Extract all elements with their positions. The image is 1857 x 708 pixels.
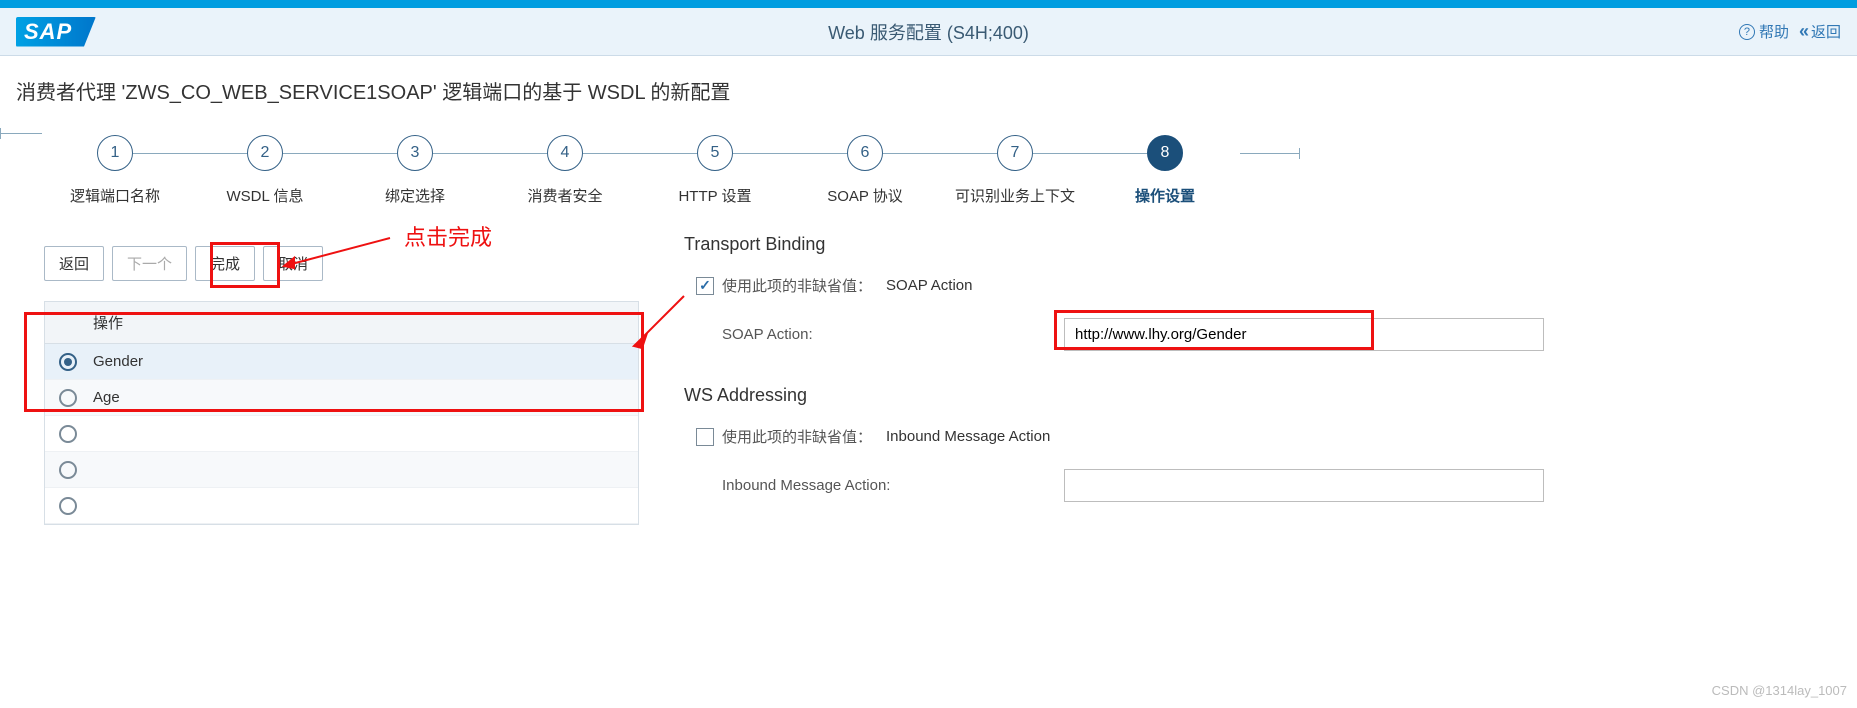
step-circle: 4 bbox=[547, 135, 583, 171]
page-title: 消费者代理 'ZWS_CO_WEB_SERVICE1SOAP' 逻辑端口的基于 … bbox=[0, 56, 1857, 115]
table-row[interactable] bbox=[45, 488, 638, 524]
back-label: 返回 bbox=[1811, 21, 1841, 42]
step-label: WSDL 信息 bbox=[227, 185, 304, 206]
step-label: 逻辑端口名称 bbox=[70, 185, 160, 206]
ws-addressing-title: WS Addressing bbox=[684, 385, 1821, 406]
step-connector bbox=[883, 153, 997, 154]
wizard-steps: 1 逻辑端口名称 2 WSDL 信息 3 绑定选择 4 消费者安全 5 HTTP 设置 6 SOAP … bbox=[0, 115, 1857, 216]
table-row[interactable]: Age bbox=[45, 380, 638, 416]
step-label: 可识别业务上下文 bbox=[955, 185, 1075, 206]
help-icon: ? bbox=[1739, 24, 1755, 40]
wizard-step-5[interactable]: 5 HTTP 设置 bbox=[640, 135, 790, 206]
step-circle: 7 bbox=[997, 135, 1033, 171]
sap-logo: SAP bbox=[16, 17, 96, 47]
radio-button[interactable] bbox=[59, 389, 77, 407]
back-link[interactable]: « 返回 bbox=[1799, 21, 1841, 42]
table-row[interactable] bbox=[45, 416, 638, 452]
step-connector bbox=[733, 153, 847, 154]
non-default-label-2: 使用此项的非缺省值： bbox=[722, 426, 872, 447]
step-connector bbox=[283, 153, 397, 154]
transport-binding-title: Transport Binding bbox=[684, 234, 1821, 255]
wizard-step-3[interactable]: 3 绑定选择 bbox=[340, 135, 490, 206]
step-connector bbox=[583, 153, 697, 154]
back-button[interactable]: 返回 bbox=[44, 246, 104, 281]
step-label: 绑定选择 bbox=[385, 185, 445, 206]
step-connector bbox=[133, 153, 247, 154]
app-header: SAP Web 服务配置 (S4H;400) ? 帮助 « 返回 bbox=[0, 8, 1857, 56]
soap-non-default-checkbox[interactable]: ✓ bbox=[696, 277, 714, 295]
soap-action-label: SOAP Action: bbox=[722, 326, 813, 343]
help-link[interactable]: ? 帮助 bbox=[1739, 21, 1789, 42]
step-circle: 6 bbox=[847, 135, 883, 171]
left-panel: 返回 下一个 完成 取消 操作 GenderAge 点击完成 bbox=[44, 216, 644, 525]
wizard-step-6[interactable]: 6 SOAP 协议 bbox=[790, 135, 940, 206]
soap-action-name: SOAP Action bbox=[886, 277, 972, 294]
radio-button[interactable] bbox=[59, 497, 77, 515]
wizard-step-2[interactable]: 2 WSDL 信息 bbox=[190, 135, 340, 206]
header-actions: ? 帮助 « 返回 bbox=[1739, 21, 1841, 42]
step-label: 操作设置 bbox=[1135, 185, 1195, 206]
chevron-left-double-icon: « bbox=[1799, 21, 1809, 42]
radio-button[interactable] bbox=[59, 353, 77, 371]
inbound-action-label: Inbound Message Action: bbox=[722, 477, 890, 494]
row-label: Age bbox=[93, 389, 120, 406]
wizard-step-8[interactable]: 8 操作设置 bbox=[1090, 135, 1240, 206]
step-circle: 5 bbox=[697, 135, 733, 171]
step-label: 消费者安全 bbox=[527, 185, 602, 206]
help-label: 帮助 bbox=[1759, 21, 1789, 42]
soap-non-default-row: ✓ 使用此项的非缺省值： SOAP Action bbox=[684, 275, 1821, 296]
radio-button[interactable] bbox=[59, 461, 77, 479]
cancel-button[interactable]: 取消 bbox=[263, 246, 323, 281]
step-circle: 3 bbox=[397, 135, 433, 171]
radio-button[interactable] bbox=[59, 425, 77, 443]
top-accent-bar bbox=[0, 0, 1857, 8]
inbound-non-default-checkbox[interactable] bbox=[696, 428, 714, 446]
step-circle: 1 bbox=[97, 135, 133, 171]
wizard-step-4[interactable]: 4 消费者安全 bbox=[490, 135, 640, 206]
step-connector bbox=[1033, 153, 1147, 154]
inbound-action-input[interactable] bbox=[1064, 469, 1544, 502]
header-title: Web 服务配置 (S4H;400) bbox=[828, 19, 1029, 45]
next-button: 下一个 bbox=[112, 246, 187, 281]
step-label: SOAP 协议 bbox=[827, 185, 903, 206]
step-circle: 2 bbox=[247, 135, 283, 171]
table-row[interactable] bbox=[45, 452, 638, 488]
right-panel: Transport Binding ✓ 使用此项的非缺省值： SOAP Acti… bbox=[684, 216, 1841, 525]
wizard-lead-line bbox=[0, 133, 42, 134]
step-label: HTTP 设置 bbox=[678, 185, 751, 206]
soap-action-input[interactable] bbox=[1064, 318, 1544, 351]
operations-table: 操作 Gender Age bbox=[44, 301, 639, 525]
step-connector bbox=[433, 153, 547, 154]
wizard-step-1[interactable]: 1 逻辑端口名称 bbox=[40, 135, 190, 206]
row-label: Gender bbox=[93, 353, 143, 370]
wizard-step-7[interactable]: 7 可识别业务上下文 bbox=[940, 135, 1090, 206]
button-row: 返回 下一个 完成 取消 bbox=[44, 246, 644, 281]
step-circle: 8 bbox=[1147, 135, 1183, 171]
watermark: CSDN @1314lay_1007 bbox=[1712, 683, 1847, 698]
content-area: 返回 下一个 完成 取消 操作 GenderAge 点击完成 Transport… bbox=[0, 216, 1857, 525]
table-row[interactable]: Gender bbox=[45, 344, 638, 380]
wizard-trail-line bbox=[1240, 153, 1300, 154]
inbound-action-name: Inbound Message Action bbox=[886, 428, 1050, 445]
table-header: 操作 bbox=[45, 302, 638, 344]
inbound-non-default-row: 使用此项的非缺省值： Inbound Message Action bbox=[684, 426, 1821, 447]
non-default-label: 使用此项的非缺省值： bbox=[722, 275, 872, 296]
finish-button[interactable]: 完成 bbox=[195, 246, 255, 281]
